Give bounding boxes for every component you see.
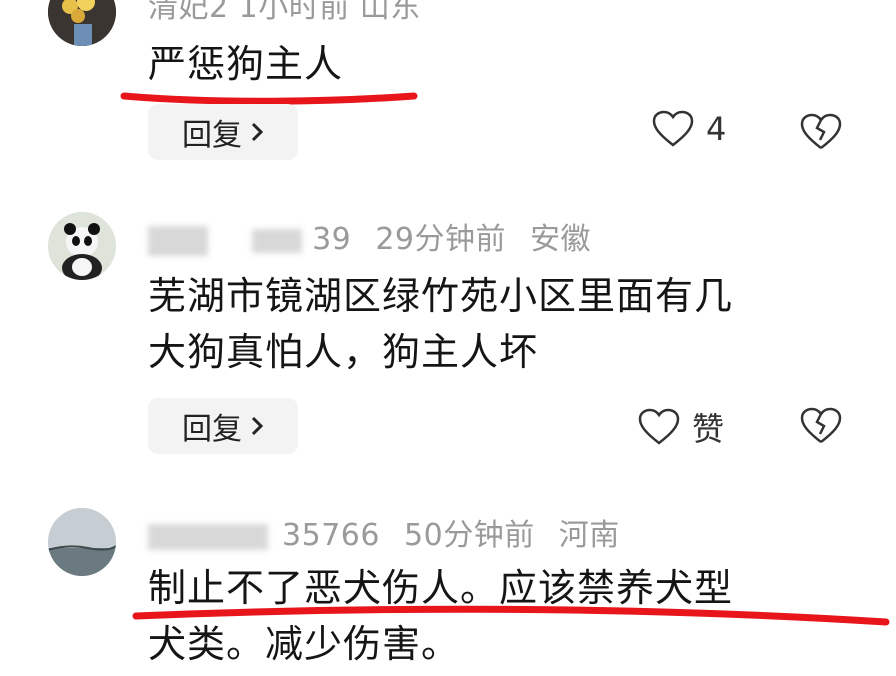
username-suffix: 35766 (282, 518, 380, 553)
heart-icon (638, 408, 680, 446)
like-button[interactable]: 4 (652, 110, 726, 148)
comment-text: 芜湖市镜湖区绿竹苑小区里面有几 大狗真怕人，狗主人坏 (148, 268, 848, 380)
comment-text-line: 制止不了恶犬伤人。应该禁养犬型 (148, 566, 734, 610)
heart-icon (652, 110, 694, 148)
blurred-username (148, 225, 208, 256)
like-button[interactable]: 赞 (638, 404, 724, 450)
reply-label: 回复 (182, 118, 242, 153)
comment-location: 河南 (558, 518, 620, 553)
avatar[interactable] (48, 0, 116, 46)
broken-heart-icon (800, 113, 842, 151)
chevron-right-icon (250, 121, 264, 143)
chevron-right-icon (250, 415, 264, 437)
comment-location: 安徽 (530, 222, 592, 257)
meta-text: 清妃2 1小时前 山东 (148, 0, 421, 25)
avatar[interactable] (48, 508, 116, 576)
blurred-username (252, 228, 303, 253)
comment-text: 制止不了恶犬伤人。应该禁养犬型 犬类。减少伤害。 (148, 560, 848, 672)
like-label: 赞 (692, 410, 725, 448)
comment-time: 50分钟前 (404, 518, 535, 553)
dislike-button[interactable] (800, 407, 842, 445)
blurred-username (148, 523, 268, 550)
username-suffix: 39 (312, 222, 352, 257)
broken-heart-icon (800, 407, 842, 445)
comment-text: 严惩狗主人 (148, 42, 344, 86)
avatar-panda-image (48, 212, 116, 280)
comment-text-line: 犬类。减少伤害。 (148, 622, 461, 666)
avatar-flowers-image (48, 0, 116, 46)
reply-button[interactable]: 回复 (148, 398, 298, 454)
like-count: 4 (706, 110, 727, 148)
reply-button[interactable]: 回复 (148, 104, 298, 160)
avatar[interactable] (48, 212, 116, 280)
comment-meta: 39 29分钟前 安徽 (148, 214, 591, 258)
comment-meta: 清妃2 1小时前 山东 (148, 0, 421, 26)
comment-text-line: 芜湖市镜湖区绿竹苑小区里面有几 (148, 274, 734, 318)
comment-meta: 35766 50分钟前 河南 (148, 510, 620, 554)
comment-text-line: 大狗真怕人，狗主人坏 (148, 330, 539, 374)
reply-label: 回复 (182, 412, 242, 447)
comment-time: 29分钟前 (375, 222, 507, 257)
avatar-seascape-image (48, 508, 116, 576)
dislike-button[interactable] (800, 113, 842, 151)
